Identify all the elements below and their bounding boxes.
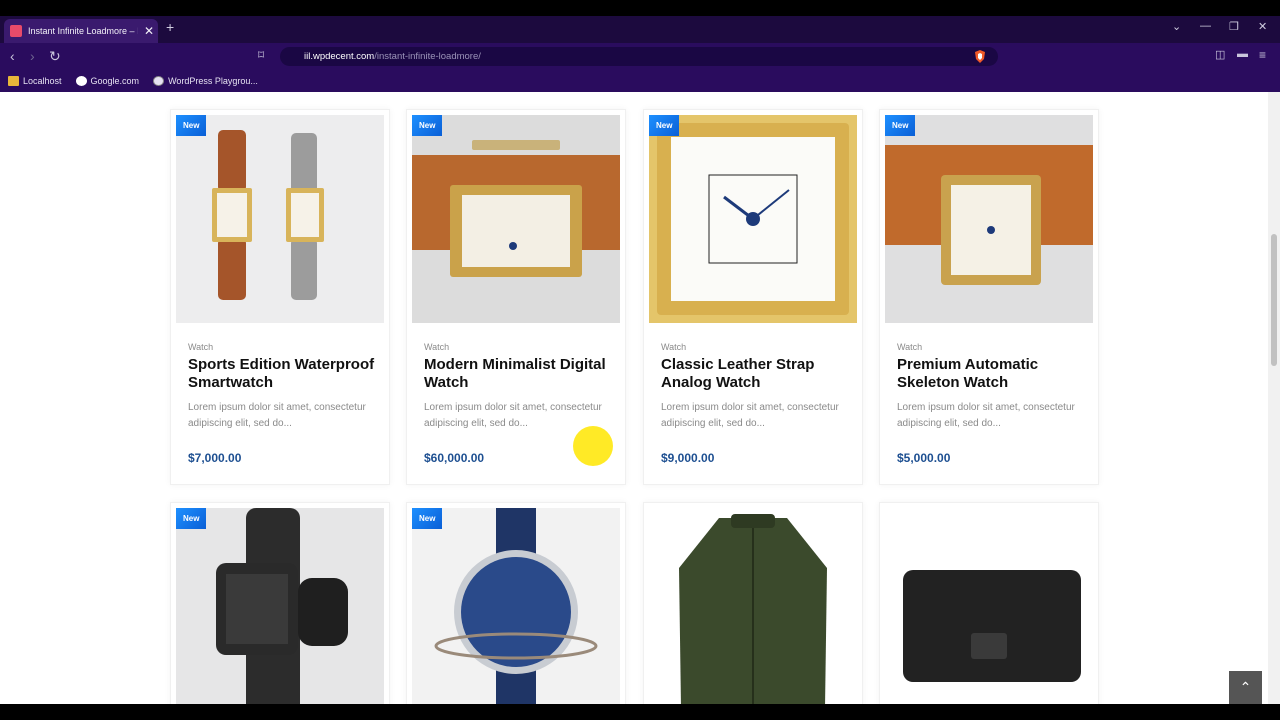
- product-image[interactable]: [176, 115, 384, 323]
- product-title[interactable]: Sports Edition Waterproof Smartwatch: [188, 356, 384, 392]
- forward-icon[interactable]: ›: [30, 48, 35, 64]
- reload-icon[interactable]: ↻: [49, 48, 61, 65]
- product-price: $9,000.00: [661, 451, 715, 465]
- new-badge: New: [412, 115, 443, 136]
- bookmarks-bar: Localhost Google.com WordPress Playgrou.…: [0, 70, 1280, 92]
- sidebar-icon[interactable]: ◫: [1215, 48, 1225, 61]
- new-badge: New: [649, 115, 680, 136]
- product-card[interactable]: New: [170, 502, 390, 704]
- product-price: $60,000.00: [424, 451, 485, 465]
- site-favicon-icon: [10, 25, 22, 37]
- watch-closeup-image: [412, 115, 620, 323]
- new-badge: New: [885, 115, 916, 136]
- handbag-image: [885, 508, 1093, 704]
- restore-icon[interactable]: ❐: [1229, 20, 1239, 33]
- product-image[interactable]: [412, 115, 620, 323]
- chevron-up-icon: ⌃: [1239, 679, 1252, 695]
- product-image[interactable]: [885, 115, 1093, 323]
- url-text: iil.wpdecent.com/instant-infinite-loadmo…: [304, 51, 481, 62]
- bookmark-google[interactable]: Google.com: [75, 76, 139, 86]
- product-description: Lorem ipsum dolor sit amet, consectetur …: [188, 402, 366, 429]
- product-image[interactable]: [885, 508, 1093, 704]
- brave-shield-icon[interactable]: [974, 50, 986, 63]
- new-badge: New: [176, 508, 207, 529]
- product-card[interactable]: New Watch Sports Edition Waterproof Smar…: [170, 109, 390, 485]
- product-title[interactable]: Classic Leather Strap Analog Watch: [661, 356, 857, 392]
- minimize-icon[interactable]: —: [1200, 20, 1211, 32]
- product-card[interactable]: New Watch Premium Automatic Skeleton Wat…: [879, 109, 1099, 485]
- product-category[interactable]: Watch: [188, 342, 213, 352]
- menu-icon[interactable]: ≡: [1259, 48, 1266, 62]
- bookmark-localhost[interactable]: Localhost: [8, 76, 62, 86]
- scrollbar-thumb[interactable]: [1271, 234, 1277, 366]
- watch-leather-image: [885, 115, 1093, 323]
- product-card[interactable]: [643, 502, 863, 704]
- product-category[interactable]: Watch: [661, 342, 686, 352]
- google-icon: [75, 76, 87, 86]
- black-watch-image: [176, 508, 384, 704]
- close-tab-icon[interactable]: ✕: [144, 24, 154, 38]
- screen-top-border: [0, 0, 1280, 16]
- product-title[interactable]: Premium Automatic Skeleton Watch: [897, 356, 1093, 392]
- product-image[interactable]: [649, 115, 857, 323]
- page-viewport: New Watch Sports Edition Waterproof Smar…: [0, 92, 1268, 704]
- back-icon[interactable]: ‹: [10, 48, 15, 64]
- product-title[interactable]: Modern Minimalist Digital Watch: [424, 356, 620, 392]
- product-image[interactable]: [649, 508, 857, 704]
- blue-dial-watch-image: [412, 508, 620, 704]
- bookmark-icon[interactable]: ⌑: [258, 48, 264, 62]
- browser-tab-bar: Instant Infinite Loadmore – Inst ✕: [0, 16, 1280, 43]
- new-tab-icon[interactable]: +: [166, 19, 174, 35]
- product-description: Lorem ipsum dolor sit amet, consectetur …: [897, 402, 1075, 429]
- new-badge: New: [176, 115, 207, 136]
- product-card[interactable]: New: [406, 502, 626, 704]
- watch-pair-image: [176, 115, 384, 323]
- folder-icon: [8, 76, 19, 86]
- product-description: Lorem ipsum dolor sit amet, consectetur …: [661, 402, 839, 429]
- browser-tab[interactable]: Instant Infinite Loadmore – Inst ✕: [4, 19, 158, 43]
- address-bar[interactable]: iil.wpdecent.com/instant-infinite-loadmo…: [280, 47, 998, 66]
- wordpress-icon: [153, 76, 165, 86]
- new-badge: New: [412, 508, 443, 529]
- scroll-to-top-button[interactable]: ⌃: [1229, 671, 1262, 704]
- product-card[interactable]: New Watch Classic Leather Strap Analog W…: [643, 109, 863, 485]
- product-image[interactable]: [412, 508, 620, 704]
- cursor-highlight: [573, 426, 613, 466]
- close-window-icon[interactable]: ✕: [1258, 20, 1267, 33]
- product-price: $5,000.00: [897, 451, 951, 465]
- tab-title: Instant Infinite Loadmore – Inst: [28, 26, 138, 36]
- wallet-icon[interactable]: ▬: [1237, 48, 1248, 60]
- page-scrollbar[interactable]: [1268, 92, 1280, 704]
- bookmark-wordpress[interactable]: WordPress Playgrou...: [153, 76, 258, 86]
- product-price: $7,000.00: [188, 451, 242, 465]
- product-card[interactable]: [879, 502, 1099, 704]
- product-image[interactable]: [176, 508, 384, 704]
- product-category[interactable]: Watch: [897, 342, 922, 352]
- product-category[interactable]: Watch: [424, 342, 449, 352]
- screen-bottom-border: [0, 704, 1280, 720]
- jacket-image: [649, 508, 857, 704]
- watch-dial-image: [649, 115, 857, 323]
- tab-search-icon[interactable]: ⌄: [1172, 20, 1181, 33]
